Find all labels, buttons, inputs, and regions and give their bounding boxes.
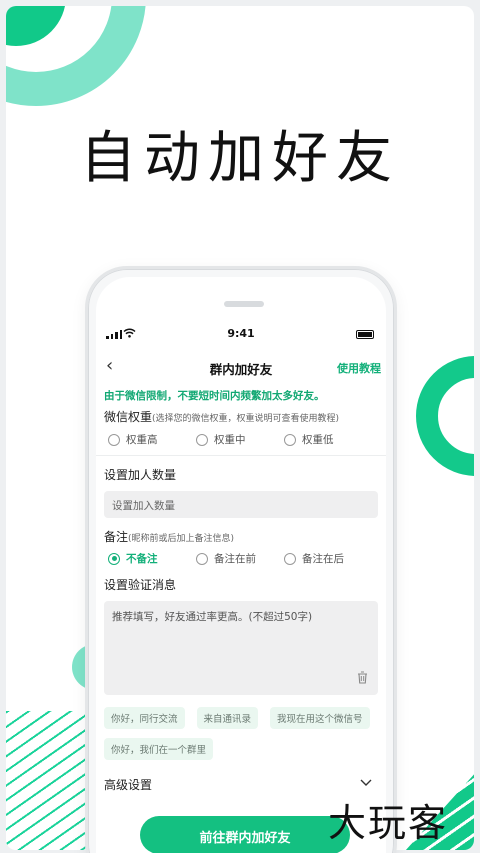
radio-circle-icon [196, 552, 208, 565]
decor-ring-right [416, 356, 474, 476]
weight-section-title: 微信权重(选择您的微信权重，权重说明可查看使用教程) [104, 408, 378, 425]
chip-message[interactable]: 我现在用这个微信号 [270, 707, 370, 729]
radio-circle-icon [108, 433, 120, 446]
verify-placeholder: 推荐填写，好友通过率更高。(不超过50字) [112, 611, 313, 623]
radio-remark-before[interactable]: 备注在前 [192, 551, 280, 566]
radio-weight-high[interactable]: 权重高 [104, 432, 192, 447]
count-input[interactable]: 设置加入数量 [104, 491, 378, 518]
chip-message[interactable]: 你好，我们在一个群里 [104, 738, 214, 760]
divider [96, 455, 386, 456]
watermark-text: 大玩客 [328, 801, 449, 845]
radio-remark-after[interactable]: 备注在后 [280, 551, 368, 566]
tutorial-link[interactable]: 使用教程 [337, 360, 381, 376]
remark-section-title: 备注(昵称前或后加上备注信息) [104, 528, 378, 545]
radio-weight-medium[interactable]: 权重中 [192, 432, 280, 447]
radio-checked-icon [108, 552, 120, 565]
advanced-label: 高级设置 [104, 778, 153, 792]
count-title: 设置加人数量 [104, 468, 177, 482]
trash-icon[interactable] [357, 671, 368, 687]
battery-icon [356, 330, 374, 339]
phone-screen: 9:41 ‹ 群内加好友 使用教程 由于微信限制，不要短时间内频繁加太多好友。 … [96, 277, 386, 853]
screenshot-stage: 自动加好友 9:41 ‹ 群内加好友 使用教程 由于微信限制，不要短时间内频繁加… [0, 0, 480, 853]
chip-message[interactable]: 你好，同行交流 [104, 707, 185, 729]
remark-hint: (昵称前或后加上备注信息) [128, 534, 235, 544]
go-add-friends-button[interactable]: 前往群内加好友 [140, 816, 350, 853]
remark-options: 不备注 备注在前 备注在后 [104, 551, 378, 566]
advanced-settings-row[interactable]: 高级设置 [104, 776, 378, 793]
weight-title: 微信权重 [104, 410, 153, 424]
weight-hint: (选择您的微信权重，权重说明可查看使用教程) [152, 414, 340, 424]
warning-text: 由于微信限制，不要短时间内频繁加太多好友。 [104, 390, 325, 402]
status-time: 9:41 [227, 327, 255, 340]
status-bar: 9:41 [96, 327, 386, 343]
form-content: 由于微信限制，不要短时间内频繁加太多好友。 微信权重(选择您的微信权重，权重说明… [96, 388, 386, 793]
chip-message[interactable]: 来自通讯录 [196, 707, 259, 729]
phone-speaker [224, 301, 264, 307]
nav-bar: ‹ 群内加好友 使用教程 [96, 355, 386, 383]
chevron-down-icon [360, 776, 378, 793]
radio-circle-icon [284, 433, 296, 446]
weight-options: 权重高 权重中 权重低 [104, 432, 378, 447]
quick-message-chips: 你好，同行交流 来自通讯录 我现在用这个微信号 你好，我们在一个群里 [104, 707, 378, 760]
hero-title: 自动加好友 [80, 126, 400, 191]
remark-title: 备注 [104, 530, 129, 544]
phone-mockup: 9:41 ‹ 群内加好友 使用教程 由于微信限制，不要短时间内频繁加太多好友。 … [85, 266, 397, 853]
verify-title: 设置验证消息 [104, 578, 177, 592]
radio-circle-icon [284, 552, 296, 565]
radio-remark-none[interactable]: 不备注 [104, 551, 192, 566]
radio-circle-icon [196, 433, 208, 446]
verify-message-input[interactable]: 推荐填写，好友通过率更高。(不超过50字) [104, 601, 378, 695]
radio-weight-low[interactable]: 权重低 [280, 432, 368, 447]
